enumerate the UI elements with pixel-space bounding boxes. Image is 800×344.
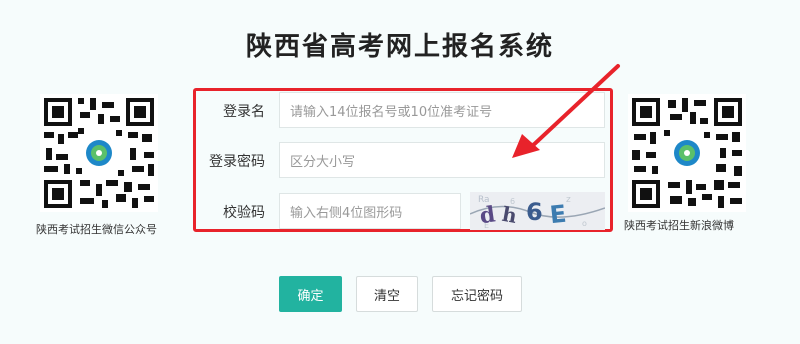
forgot-password-button[interactable]: 忘记密码 — [432, 276, 522, 312]
wechat-qr-code — [40, 94, 158, 212]
username-input[interactable]: 请输入14位报名号或10位准考证号 — [279, 92, 605, 128]
page-title: 陕西省高考网上报名系统 — [245, 32, 554, 62]
confirm-button[interactable]: 确定 — [279, 276, 342, 312]
weibo-qr-code — [628, 94, 746, 212]
username-label: 登录名 — [223, 104, 265, 120]
captcha-placeholder: 输入右侧4位图形码 — [290, 205, 403, 221]
svg-text:E: E — [548, 200, 567, 230]
captcha-image[interactable]: Ra 6 z E o d h 6 E — [469, 192, 606, 230]
wechat-qr-caption: 陕西考试招生微信公众号 — [36, 223, 157, 236]
weibo-qr-caption: 陕西考试招生新浪微博 — [624, 219, 734, 232]
username-placeholder: 请输入14位报名号或10位准考证号 — [290, 104, 493, 120]
svg-text:z: z — [566, 195, 571, 205]
captcha-input[interactable]: 输入右侧4位图形码 — [279, 193, 461, 229]
svg-text:6: 6 — [526, 198, 543, 226]
captcha-label: 校验码 — [223, 205, 265, 221]
password-label: 登录密码 — [209, 154, 265, 170]
clear-button[interactable]: 清空 — [356, 276, 418, 312]
password-placeholder: 区分大小写 — [290, 154, 356, 170]
password-input[interactable]: 区分大小写 — [279, 142, 605, 178]
svg-text:o: o — [582, 219, 587, 228]
